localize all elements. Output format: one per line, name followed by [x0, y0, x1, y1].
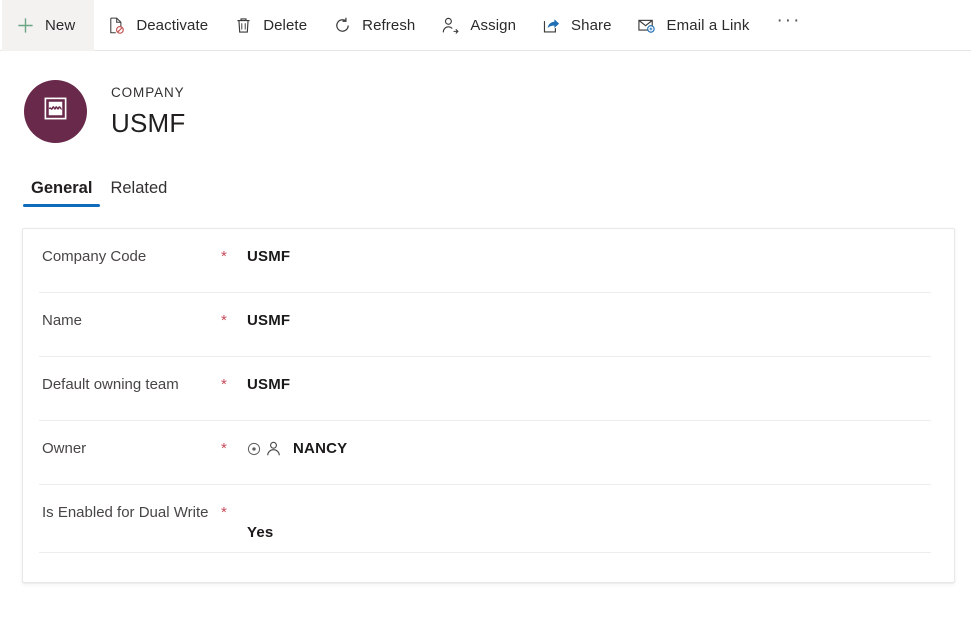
delete-button-label: Delete [263, 16, 308, 34]
share-button-label: Share [571, 16, 612, 34]
refresh-button[interactable]: Refresh [320, 0, 428, 51]
assign-person-icon [439, 14, 461, 36]
record-status-icon [247, 442, 261, 456]
required-marker: * [221, 376, 227, 393]
field-value: USMF [247, 376, 291, 393]
field-value: Yes [247, 523, 274, 541]
field-label: Is Enabled for Dual Write [42, 504, 209, 521]
default-owning-team-field[interactable]: USMF [247, 374, 931, 393]
new-button-label: New [45, 16, 76, 34]
field-label: Owner [42, 440, 87, 457]
form-row-name: Name * USMF [39, 293, 931, 357]
deactivate-icon [105, 14, 127, 36]
delete-button[interactable]: Delete [221, 0, 320, 51]
field-label: Company Code [42, 248, 147, 265]
record-header: COMPANY USMF [0, 51, 971, 146]
assign-button[interactable]: Assign [428, 0, 529, 51]
field-value: NANCY [293, 440, 348, 457]
tab-related[interactable]: Related [101, 179, 176, 207]
share-icon [540, 14, 562, 36]
avatar [24, 79, 87, 143]
field-label: Name [42, 312, 83, 329]
new-button[interactable]: New [2, 0, 95, 51]
field-label: Default owning team [42, 376, 179, 393]
overflow-menu-button[interactable]: ··· [762, 0, 815, 55]
is-enabled-for-dual-write-field[interactable]: Yes [247, 514, 931, 541]
field-value: USMF [247, 248, 291, 265]
form-row-company-code: Company Code * USMF [39, 229, 931, 293]
refresh-button-label: Refresh [362, 16, 416, 34]
company-entity-icon [42, 95, 69, 127]
person-icon [265, 440, 282, 457]
assign-button-label: Assign [470, 16, 517, 34]
tab-general[interactable]: General [22, 179, 101, 207]
email-a-link-button[interactable]: Email a Link [625, 0, 763, 51]
field-value: USMF [247, 312, 291, 329]
refresh-icon [331, 14, 353, 36]
form-row-owner: Owner * NANCY [39, 421, 931, 485]
email-link-icon [636, 14, 658, 36]
required-marker: * [221, 248, 227, 265]
owner-lookup-icons [247, 440, 286, 457]
command-bar: New Deactivate Delete Refresh Assign Sha… [0, 0, 971, 51]
deactivate-button[interactable]: Deactivate [94, 0, 221, 51]
tab-list: General Related [0, 173, 971, 207]
required-marker: * [221, 312, 227, 329]
company-code-field[interactable]: USMF [247, 246, 931, 265]
owner-field[interactable]: NANCY [247, 438, 931, 457]
deactivate-button-label: Deactivate [136, 16, 209, 34]
required-marker: * [221, 440, 227, 457]
page-title: USMF [111, 107, 186, 138]
share-button[interactable]: Share [529, 0, 625, 51]
trash-icon [232, 14, 254, 36]
form-row-is-enabled-for-dual-write: Is Enabled for Dual Write * Yes [39, 485, 931, 553]
general-form-card: Company Code * USMF Name * USMF Default … [22, 228, 955, 583]
record-entity-label: COMPANY [111, 85, 185, 101]
name-field[interactable]: USMF [247, 310, 931, 329]
form-row-default-owning-team: Default owning team * USMF [39, 357, 931, 421]
plus-icon [14, 14, 36, 36]
required-marker: * [221, 504, 227, 521]
email-a-link-button-label: Email a Link [666, 16, 750, 34]
